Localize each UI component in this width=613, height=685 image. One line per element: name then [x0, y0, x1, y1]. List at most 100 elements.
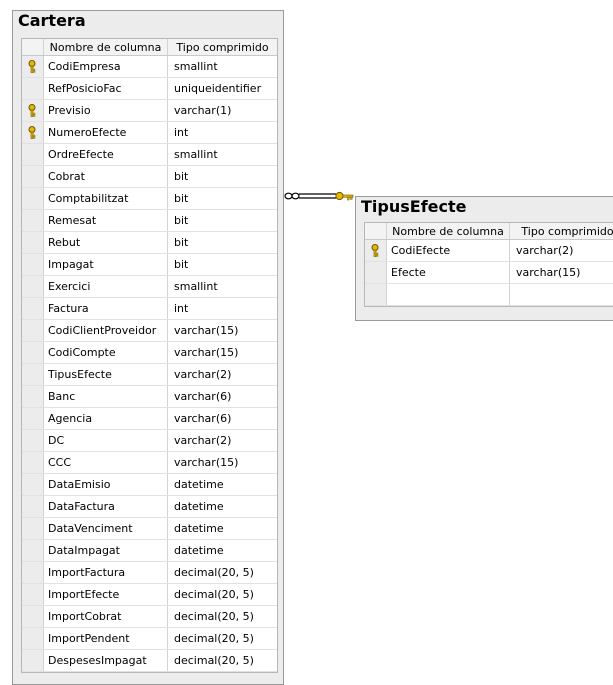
column-type-cell[interactable]: varchar(1) [168, 100, 277, 121]
table-row[interactable]: NumeroEfecte int [22, 122, 277, 144]
column-name-cell[interactable]: OrdreEfecte [44, 144, 168, 165]
column-name-cell[interactable]: Factura [44, 298, 168, 319]
column-name-cell[interactable] [387, 284, 510, 305]
column-type-cell[interactable]: bit [168, 254, 277, 275]
row-selector[interactable] [22, 122, 44, 143]
column-type-cell[interactable]: decimal(20, 5) [168, 650, 277, 671]
column-name-cell[interactable]: Cobrat [44, 166, 168, 187]
table-row[interactable]: ImportEfecte decimal(20, 5) [22, 584, 277, 606]
column-name-cell[interactable]: ImportFactura [44, 562, 168, 583]
column-name-cell[interactable]: DataFactura [44, 496, 168, 517]
column-name-cell[interactable]: Banc [44, 386, 168, 407]
column-type-cell[interactable]: varchar(2) [510, 240, 613, 261]
table-row[interactable]: CodiCompte varchar(15) [22, 342, 277, 364]
table-row[interactable]: CodiEmpresa smallint [22, 56, 277, 78]
row-selector[interactable] [22, 232, 44, 253]
column-name-cell[interactable]: Remesat [44, 210, 168, 231]
row-selector[interactable] [22, 386, 44, 407]
row-selector[interactable] [22, 364, 44, 385]
row-selector[interactable] [22, 166, 44, 187]
row-selector[interactable] [365, 240, 387, 261]
row-selector[interactable] [22, 210, 44, 231]
table-row[interactable]: RefPosicioFac uniqueidentifier [22, 78, 277, 100]
row-selector[interactable] [22, 606, 44, 627]
column-name-cell[interactable]: CodiEmpresa [44, 56, 168, 77]
column-name-cell[interactable]: Exercici [44, 276, 168, 297]
column-type-cell[interactable]: datetime [168, 518, 277, 539]
column-type-cell[interactable]: datetime [168, 474, 277, 495]
column-name-cell[interactable]: CCC [44, 452, 168, 473]
column-type-cell[interactable]: decimal(20, 5) [168, 562, 277, 583]
column-type-cell[interactable]: bit [168, 232, 277, 253]
column-type-cell[interactable]: smallint [168, 144, 277, 165]
table-row[interactable]: ImportCobrat decimal(20, 5) [22, 606, 277, 628]
column-type-cell[interactable]: smallint [168, 276, 277, 297]
column-type-cell[interactable]: varchar(15) [168, 320, 277, 341]
table-row[interactable]: Rebut bit [22, 232, 277, 254]
row-selector[interactable] [22, 78, 44, 99]
column-name-cell[interactable]: NumeroEfecte [44, 122, 168, 143]
column-name-cell[interactable]: DataImpagat [44, 540, 168, 561]
row-selector[interactable] [22, 100, 44, 121]
row-selector[interactable] [22, 254, 44, 275]
column-type-cell[interactable]: bit [168, 188, 277, 209]
table-tipusefecte[interactable]: TipusEfecte Nombre de columna Tipo compr… [355, 196, 613, 321]
row-selector[interactable] [22, 474, 44, 495]
column-name-cell[interactable]: DataVenciment [44, 518, 168, 539]
column-type-cell[interactable]: decimal(20, 5) [168, 606, 277, 627]
table-row[interactable] [365, 284, 613, 306]
table-row[interactable]: Agencia varchar(6) [22, 408, 277, 430]
column-name-cell[interactable]: ImportPendent [44, 628, 168, 649]
column-type-cell[interactable]: varchar(6) [168, 408, 277, 429]
table-cartera[interactable]: Cartera Nombre de columna Tipo comprimid… [12, 10, 284, 685]
table-row[interactable]: CCC varchar(15) [22, 452, 277, 474]
column-type-cell[interactable]: varchar(15) [510, 262, 613, 283]
row-selector[interactable] [22, 188, 44, 209]
row-selector[interactable] [22, 56, 44, 77]
table-row[interactable]: Comptabilitzat bit [22, 188, 277, 210]
table-row[interactable]: Cobrat bit [22, 166, 277, 188]
row-selector[interactable] [22, 430, 44, 451]
column-type-cell[interactable]: bit [168, 166, 277, 187]
column-type-cell[interactable]: varchar(2) [168, 364, 277, 385]
column-name-cell[interactable]: Rebut [44, 232, 168, 253]
row-selector[interactable] [365, 262, 387, 283]
table-row[interactable]: CodiEfecte varchar(2) [365, 240, 613, 262]
column-name-cell[interactable]: DespesesImpagat [44, 650, 168, 671]
row-selector[interactable] [22, 628, 44, 649]
row-selector[interactable] [22, 452, 44, 473]
column-type-cell[interactable]: smallint [168, 56, 277, 77]
row-selector[interactable] [22, 276, 44, 297]
column-type-cell[interactable]: datetime [168, 540, 277, 561]
column-name-cell[interactable]: TipusEfecte [44, 364, 168, 385]
column-name-cell[interactable]: Previsio [44, 100, 168, 121]
column-type-cell[interactable]: datetime [168, 496, 277, 517]
row-selector[interactable] [22, 540, 44, 561]
column-name-cell[interactable]: ImportCobrat [44, 606, 168, 627]
row-selector[interactable] [22, 650, 44, 671]
table-row[interactable]: TipusEfecte varchar(2) [22, 364, 277, 386]
column-name-cell[interactable]: RefPosicioFac [44, 78, 168, 99]
column-type-cell[interactable]: bit [168, 210, 277, 231]
table-row[interactable]: DataFactura datetime [22, 496, 277, 518]
table-row[interactable]: ImportPendent decimal(20, 5) [22, 628, 277, 650]
column-type-cell[interactable]: int [168, 298, 277, 319]
column-name-cell[interactable]: CodiClientProveidor [44, 320, 168, 341]
row-selector[interactable] [22, 342, 44, 363]
column-type-cell[interactable]: varchar(2) [168, 430, 277, 451]
table-row[interactable]: DataVenciment datetime [22, 518, 277, 540]
row-selector[interactable] [22, 496, 44, 517]
row-selector[interactable] [22, 144, 44, 165]
column-name-cell[interactable]: Agencia [44, 408, 168, 429]
column-type-cell[interactable]: varchar(6) [168, 386, 277, 407]
column-type-cell[interactable]: decimal(20, 5) [168, 584, 277, 605]
table-row[interactable]: CodiClientProveidor varchar(15) [22, 320, 277, 342]
table-row[interactable]: DC varchar(2) [22, 430, 277, 452]
column-name-cell[interactable]: ImportEfecte [44, 584, 168, 605]
column-type-cell[interactable]: decimal(20, 5) [168, 628, 277, 649]
row-selector[interactable] [22, 298, 44, 319]
row-selector[interactable] [365, 284, 387, 305]
column-name-cell[interactable]: Efecte [387, 262, 510, 283]
table-row[interactable]: Impagat bit [22, 254, 277, 276]
column-type-cell[interactable] [510, 284, 613, 305]
